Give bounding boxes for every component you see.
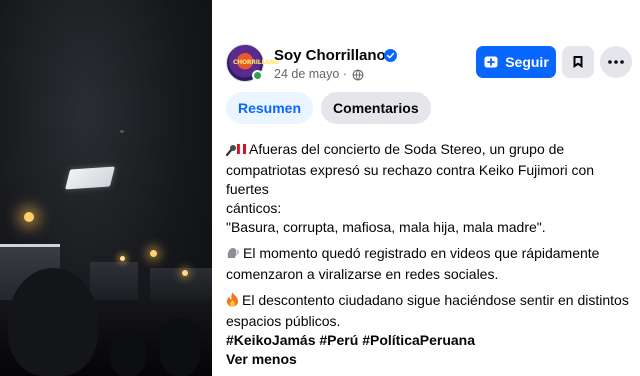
separator-dot: · (339, 67, 347, 81)
fire-icon (226, 292, 239, 312)
microphone-icon (225, 142, 246, 161)
paragraph-line: Afueras del concierto de Soda Stereo, un… (249, 141, 565, 157)
save-post-button[interactable] (562, 46, 594, 78)
tab-comentarios[interactable]: Comentarios (321, 92, 431, 124)
follow-button-label: Seguir (505, 54, 549, 70)
paragraph-line: El momento quedó registrado en videos qu… (243, 245, 600, 261)
page-name-link[interactable]: Soy Chorrillano (274, 47, 386, 64)
person-silhouette (8, 268, 98, 376)
building-middle (90, 262, 138, 302)
post-paragraph: El momento quedó registrado en videos qu… (226, 244, 630, 284)
tab-resumen[interactable]: Resumen (226, 92, 314, 124)
follow-button[interactable]: Seguir (476, 46, 556, 78)
online-status-dot (252, 70, 263, 81)
paragraph-line: "Basura, corrupta, mafiosa, mala hija, m… (226, 219, 546, 235)
post-panel: CHORRILLANO Soy Chorrillano 24 de mayo ·… (212, 0, 640, 376)
building-right (150, 268, 212, 304)
paragraph-line: El descontento ciudadano sigue haciéndos… (242, 292, 629, 308)
white-flag-shape (65, 166, 115, 190)
messenger-follow-icon (484, 56, 498, 68)
hashtag-links[interactable]: #KeikoJamás #Perú #PolíticaPeruana (226, 332, 475, 348)
street-light (182, 270, 188, 276)
post-date-link[interactable]: 24 de mayo · (274, 67, 347, 81)
post-date-text: 24 de mayo (274, 67, 340, 81)
speaking-head-icon (226, 246, 240, 265)
paragraph-line: cánticos: (226, 200, 282, 216)
post-tabs: Resumen Comentarios (226, 92, 431, 124)
person-silhouette (160, 318, 200, 376)
more-options-button[interactable] (600, 46, 632, 78)
paragraph-line: comenzaron a viralizarse en redes social… (226, 266, 499, 282)
street-light (24, 212, 34, 222)
paragraph-line: compatriotas expresó su rechazo contra K… (226, 162, 595, 197)
post-text: Afueras del concierto de Soda Stereo, un… (225, 140, 630, 376)
street-light (150, 250, 157, 257)
bookmark-icon (573, 56, 583, 68)
verified-badge-icon (384, 49, 397, 62)
post-paragraph: El descontento ciudadano sigue haciéndos… (226, 291, 630, 369)
ellipsis-icon (608, 60, 624, 64)
person-silhouette (110, 330, 146, 376)
street-light (120, 256, 125, 261)
post-video-thumbnail[interactable] (0, 0, 212, 376)
paragraph-line: espacios públicos. (226, 313, 341, 329)
bird-shape (120, 130, 124, 133)
avatar-logo-text: CHORRILLANO (233, 59, 280, 66)
globe-icon (352, 69, 364, 81)
see-less-link[interactable]: Ver menos (226, 351, 297, 367)
post-paragraph: Afueras del concierto de Soda Stereo, un… (225, 140, 630, 237)
